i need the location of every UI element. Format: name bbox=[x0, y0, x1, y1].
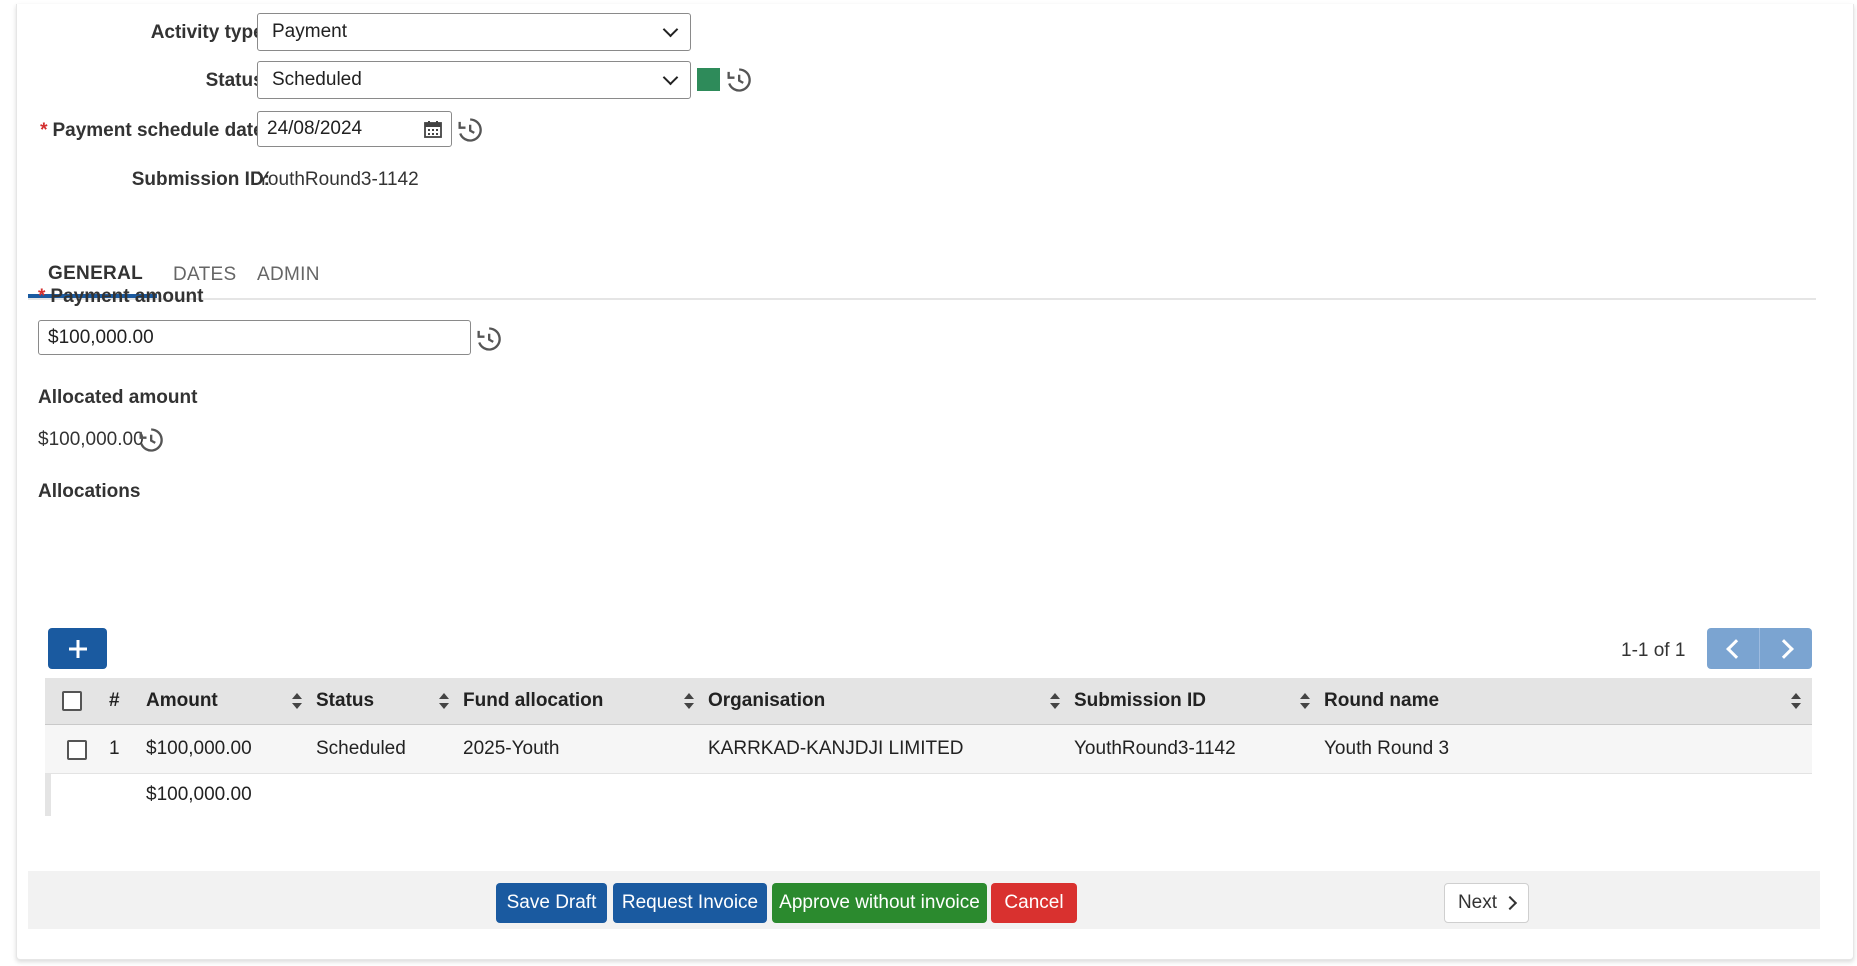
select-all-checkbox[interactable] bbox=[62, 691, 82, 711]
allocations-label: Allocations bbox=[38, 481, 141, 502]
table-header: # Amount Status Fund allocation Organisa… bbox=[45, 678, 1812, 725]
total-amount: $100,000.00 bbox=[146, 784, 252, 805]
chevron-right-icon bbox=[1773, 638, 1794, 659]
previous-page-button[interactable] bbox=[1707, 628, 1760, 669]
next-button-label: Next bbox=[1457, 892, 1498, 913]
history-icon[interactable] bbox=[455, 116, 483, 144]
chevron-down-icon bbox=[662, 21, 679, 37]
sort-icon[interactable] bbox=[1049, 692, 1061, 710]
chevron-down-icon bbox=[662, 69, 679, 85]
schedule-date-label: * Payment schedule date: bbox=[40, 120, 270, 141]
cell-index: 1 bbox=[109, 738, 120, 759]
history-icon[interactable] bbox=[724, 66, 752, 94]
tab-bar: GENERAL DATES ADMIN bbox=[28, 254, 1816, 300]
calendar-icon[interactable] bbox=[424, 120, 442, 138]
cell-round-name: Youth Round 3 bbox=[1324, 738, 1450, 759]
sort-icon[interactable] bbox=[291, 692, 303, 710]
chevron-right-icon bbox=[1502, 895, 1518, 911]
allocated-amount-label: Allocated amount bbox=[38, 387, 198, 408]
action-footer: Save Draft Request Invoice Approve witho… bbox=[28, 871, 1820, 929]
schedule-date-value: 24/08/2024 bbox=[267, 118, 363, 139]
sort-icon[interactable] bbox=[1299, 692, 1311, 710]
activity-type-select[interactable]: Payment bbox=[257, 13, 691, 51]
next-button[interactable]: Next bbox=[1444, 883, 1529, 923]
status-color-swatch bbox=[697, 68, 720, 91]
cell-amount: $100,000.00 bbox=[146, 738, 252, 759]
cell-fund-allocation: 2025-Youth bbox=[463, 738, 560, 759]
chevron-left-icon bbox=[1725, 638, 1746, 659]
column-header-round-name[interactable]: Round name bbox=[1324, 678, 1439, 724]
payment-amount-label: * Payment amount bbox=[38, 286, 204, 307]
activity-type-label: Activity type: bbox=[150, 22, 270, 43]
submission-id-label: Submission ID: bbox=[131, 169, 270, 190]
pagination-controls bbox=[1707, 628, 1812, 669]
payment-form-card bbox=[16, 4, 1854, 960]
approve-without-invoice-button[interactable]: Approve without invoice bbox=[772, 883, 987, 923]
row-checkbox[interactable] bbox=[67, 740, 87, 760]
status-select[interactable]: Scheduled bbox=[257, 61, 691, 99]
allocated-amount-value: $100,000.00 bbox=[38, 429, 144, 450]
sort-icon[interactable] bbox=[683, 692, 695, 710]
schedule-date-input[interactable]: 24/08/2024 bbox=[257, 111, 452, 147]
column-header-organisation[interactable]: Organisation bbox=[708, 678, 825, 724]
history-icon[interactable] bbox=[474, 325, 502, 353]
sort-icon[interactable] bbox=[438, 692, 450, 710]
activity-type-value: Payment bbox=[272, 21, 347, 42]
cancel-button[interactable]: Cancel bbox=[991, 883, 1077, 923]
table-footer: $100,000.00 bbox=[45, 774, 1812, 816]
history-icon[interactable] bbox=[136, 426, 164, 454]
cell-submission-id: YouthRound3-1142 bbox=[1074, 738, 1236, 759]
request-invoice-button[interactable]: Request Invoice bbox=[613, 883, 767, 923]
pagination-text: 1-1 of 1 bbox=[1621, 640, 1686, 661]
column-header-index: # bbox=[109, 690, 120, 711]
sort-icon[interactable] bbox=[1790, 692, 1802, 710]
cell-organisation: KARRKAD-KANJDJI LIMITED bbox=[708, 738, 964, 759]
column-header-status[interactable]: Status bbox=[316, 678, 374, 724]
next-page-button[interactable] bbox=[1760, 628, 1812, 669]
save-draft-button[interactable]: Save Draft bbox=[496, 883, 607, 923]
status-label: Status: bbox=[205, 70, 270, 91]
required-marker: * bbox=[38, 286, 46, 307]
column-header-fund-allocation[interactable]: Fund allocation bbox=[463, 678, 603, 724]
plus-icon bbox=[68, 639, 87, 658]
column-header-submission-id[interactable]: Submission ID bbox=[1074, 678, 1206, 724]
payment-amount-input[interactable]: $100,000.00 bbox=[38, 320, 471, 355]
tab-admin[interactable]: ADMIN bbox=[257, 254, 320, 296]
add-allocation-button[interactable] bbox=[48, 628, 107, 669]
cell-status: Scheduled bbox=[316, 738, 406, 759]
table-row[interactable]: 1 $100,000.00 Scheduled 2025-Youth KARRK… bbox=[45, 725, 1812, 774]
status-value: Scheduled bbox=[272, 69, 362, 90]
required-marker: * bbox=[40, 120, 48, 141]
submission-id-value: YouthRound3-1142 bbox=[257, 169, 419, 190]
payment-amount-value: $100,000.00 bbox=[48, 326, 154, 348]
